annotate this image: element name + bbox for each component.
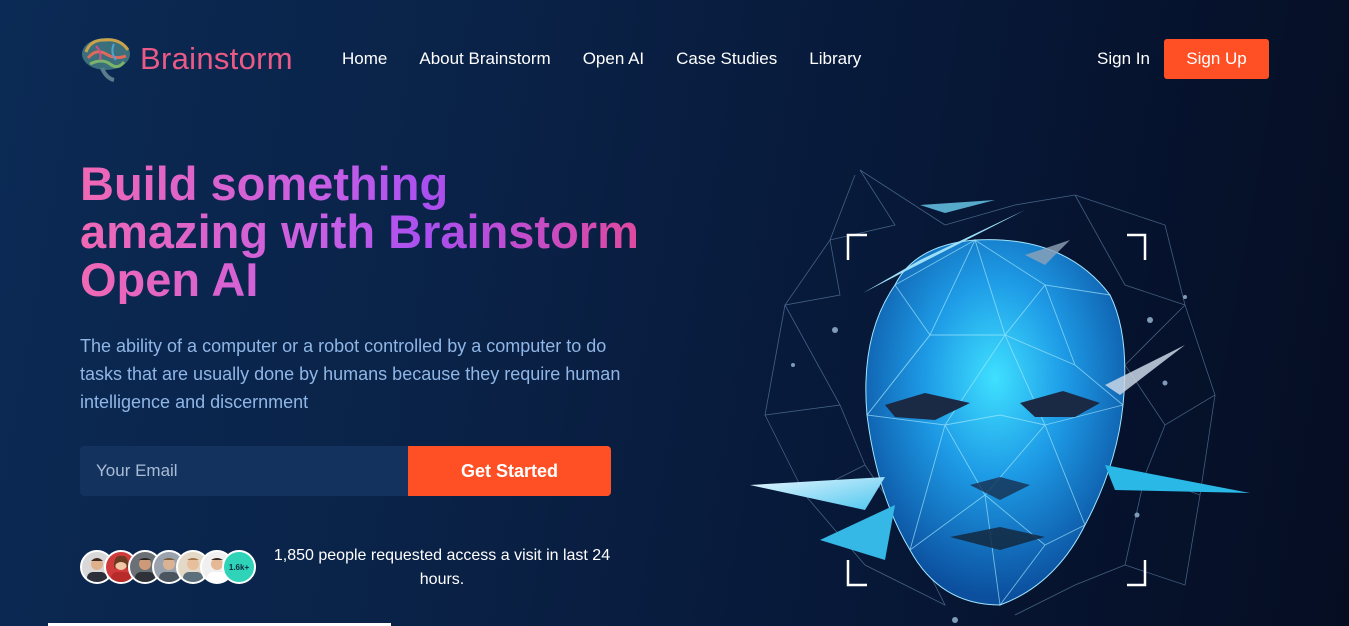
brain-icon <box>82 38 130 82</box>
sign-up-button[interactable]: Sign Up <box>1164 39 1269 79</box>
hero-headline: Build something amazing with Brainstorm … <box>80 157 639 306</box>
ai-face-icon <box>750 169 1250 623</box>
brand-logo[interactable]: Brainstorm <box>80 34 293 84</box>
requested-access-text: 1,850 people requested access a visit in… <box>273 547 611 588</box>
brand-name: Brainstorm <box>140 41 293 76</box>
email-input[interactable] <box>80 446 408 496</box>
signup-form: Get Started <box>80 446 611 496</box>
nav-item-home[interactable]: Home <box>342 49 387 69</box>
sign-in-link[interactable]: Sign In <box>1097 49 1150 69</box>
avatar-count-badge: 1.6k+ <box>222 550 256 584</box>
nav-item-case-studies[interactable]: Case Studies <box>676 49 777 69</box>
hero-description: The ability of a computer or a robot con… <box>80 336 621 412</box>
nav-item-open-ai[interactable]: Open AI <box>583 49 644 69</box>
main-menu: Home About Brainstorm Open AI Case Studi… <box>342 49 893 69</box>
nav-item-about[interactable]: About Brainstorm <box>419 49 550 69</box>
nav-item-library[interactable]: Library <box>809 49 861 69</box>
top-navigation: Brainstorm Home About Brainstorm Open AI… <box>0 0 1349 120</box>
get-started-button[interactable]: Get Started <box>408 446 611 496</box>
